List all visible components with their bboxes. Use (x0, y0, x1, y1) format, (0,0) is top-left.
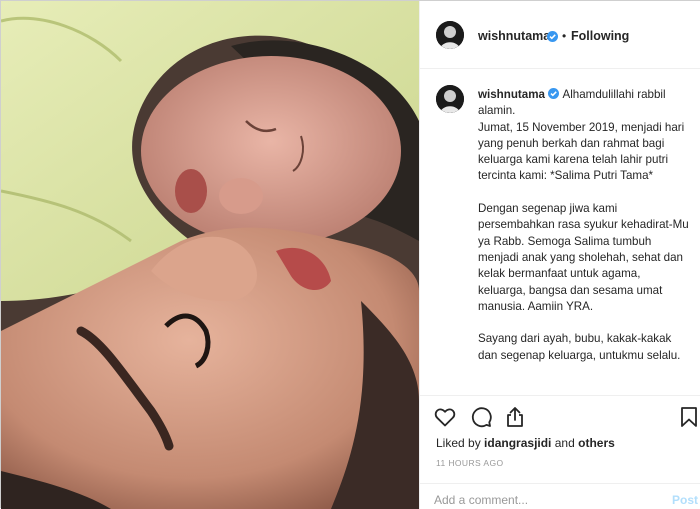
avatar-image (436, 85, 464, 113)
following-button[interactable]: Following (571, 29, 629, 43)
comment-bubble-icon[interactable] (469, 405, 493, 429)
liked-by-user-link[interactable]: idangrasjidi (484, 436, 551, 450)
post-photo[interactable] (1, 1, 419, 509)
caption-username[interactable]: wishnutama (478, 88, 545, 101)
action-bar (420, 395, 700, 435)
header-username[interactable]: wishnutama (478, 29, 550, 43)
caption-paragraph-1: Jumat, 15 November 2019, menjadi hari ya… (478, 120, 685, 183)
verified-badge-icon (548, 88, 560, 99)
likes-and: and (554, 436, 575, 450)
caption-paragraph-3: Sayang dari ayah, bubu, kakak-kakak dan … (478, 332, 681, 362)
post-header: wishnutama • Following (420, 1, 700, 69)
post-window: wishnutama • Following wishnutama Alhamd… (0, 0, 700, 509)
photo-illustration (1, 1, 419, 509)
likes-line: Liked by idangrasjidi and others (436, 436, 615, 450)
bookmark-icon[interactable] (677, 405, 700, 429)
comment-input[interactable]: Add a comment... (434, 493, 528, 507)
share-icon[interactable] (503, 405, 527, 429)
header-separator: • (562, 29, 567, 43)
verified-badge-icon (547, 31, 558, 42)
caption-first-line: wishnutama Alhamdulillahi rabbil alamin. (478, 87, 690, 120)
post-caption: wishnutama Alhamdulillahi rabbil alamin.… (478, 87, 690, 364)
heart-icon[interactable] (433, 405, 457, 429)
avatar[interactable] (436, 21, 464, 49)
post-timestamp[interactable]: 11 HOURS AGO (436, 458, 503, 468)
post-comment-button[interactable]: Post (672, 493, 698, 507)
avatar-image (436, 21, 464, 49)
likes-others-link[interactable]: others (578, 436, 615, 450)
comment-bar: Add a comment... Post (420, 483, 700, 509)
post-side-panel: wishnutama • Following wishnutama Alhamd… (419, 1, 700, 509)
caption-paragraph-2: Dengan segenap jiwa kami persembahkan ra… (478, 202, 689, 313)
caption-avatar[interactable] (436, 85, 464, 113)
likes-prefix: Liked by (436, 436, 481, 450)
